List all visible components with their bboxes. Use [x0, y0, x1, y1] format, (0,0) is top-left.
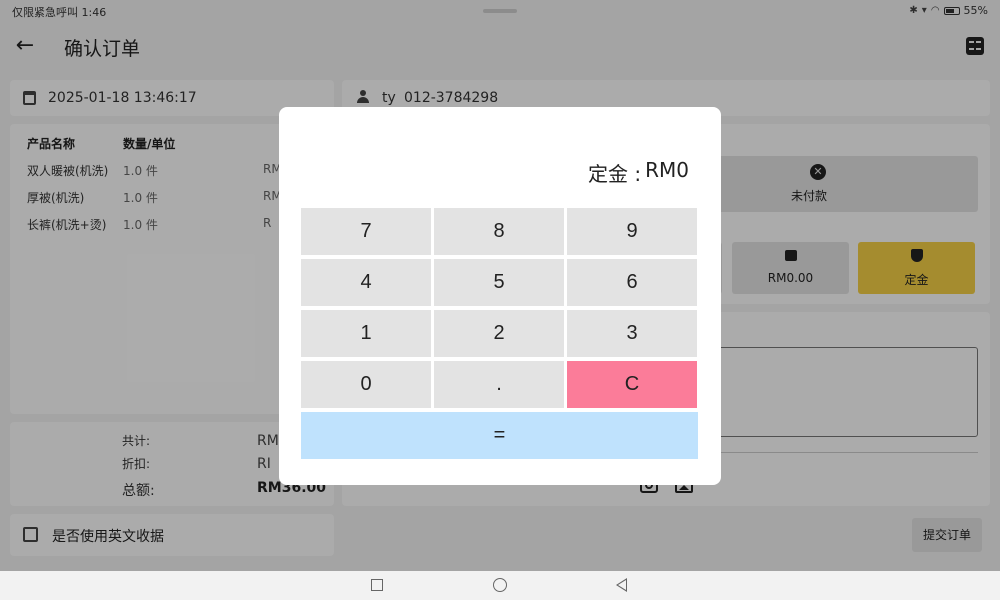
recent-apps-icon[interactable]: [371, 579, 383, 591]
key-3[interactable]: 3: [567, 310, 697, 357]
key-1[interactable]: 1: [301, 310, 431, 357]
system-nav-bar: [0, 571, 1000, 600]
key-2[interactable]: 2: [434, 310, 564, 357]
key-8[interactable]: 8: [434, 208, 564, 255]
key-4[interactable]: 4: [301, 259, 431, 306]
deposit-display-value: RM0: [645, 158, 689, 182]
key-7[interactable]: 7: [301, 208, 431, 255]
keypad: 7 8 9 4 5 6 1 2 3 0 . C =: [301, 208, 699, 459]
deposit-display-label: 定金 :: [588, 162, 642, 186]
deposit-display: 定金 : RM0: [588, 158, 689, 187]
key-decimal[interactable]: .: [434, 361, 564, 408]
key-equals[interactable]: =: [301, 412, 698, 459]
home-icon[interactable]: [493, 578, 507, 592]
key-clear[interactable]: C: [567, 361, 697, 408]
back-triangle-icon[interactable]: [616, 578, 627, 592]
key-9[interactable]: 9: [567, 208, 697, 255]
key-0[interactable]: 0: [301, 361, 431, 408]
key-6[interactable]: 6: [567, 259, 697, 306]
deposit-calculator-dialog: 定金 : RM0 7 8 9 4 5 6 1 2 3 0 . C =: [279, 107, 721, 485]
key-5[interactable]: 5: [434, 259, 564, 306]
